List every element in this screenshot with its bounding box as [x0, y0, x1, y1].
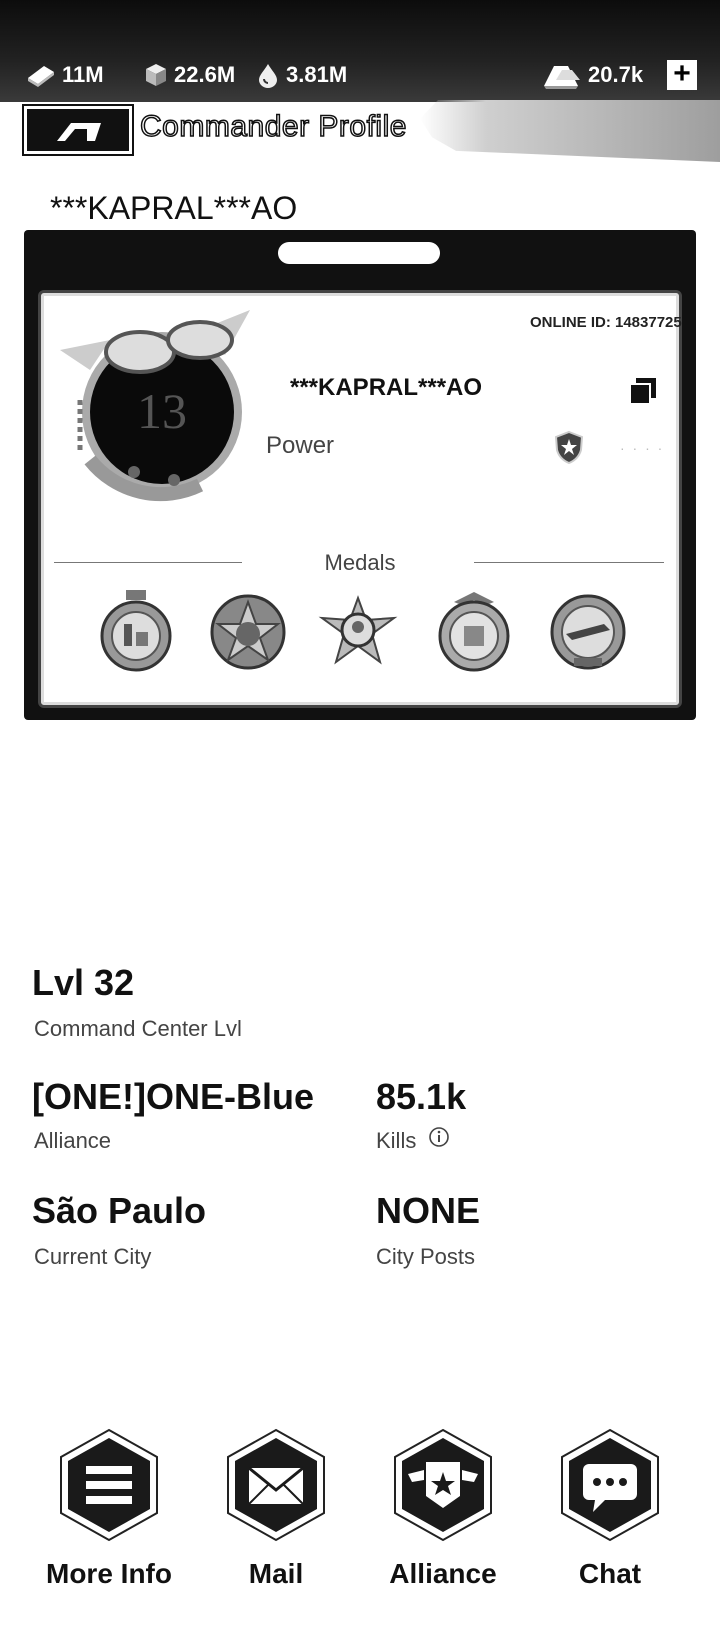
more-info-button[interactable]: More Info: [46, 1428, 172, 1608]
power-label: Power: [266, 432, 335, 459]
alliance-value[interactable]: [ONE!]ONE-Blue: [32, 1076, 314, 1118]
premium-value: 20.7k: [588, 62, 644, 87]
medal-1-icon[interactable]: [96, 590, 176, 672]
kills-value: 85.1k: [376, 1076, 467, 1117]
medals-divider-left: [54, 562, 242, 563]
power-shield-icon: [554, 430, 584, 464]
power-value: · · · ·: [620, 440, 665, 456]
medal-2-icon[interactable]: [208, 590, 288, 672]
gold-bars-icon: [544, 66, 580, 89]
player-name-heading: ***KAPRAL***AO: [50, 190, 298, 226]
medal-4-icon[interactable]: [434, 590, 514, 672]
steel-crate-icon: [146, 64, 166, 86]
info-icon[interactable]: [428, 1126, 450, 1148]
alliance-label: Alliance: [389, 1558, 497, 1589]
level-value: Lvl 32: [32, 962, 135, 1003]
level-label: Command Center Lvl: [34, 1016, 242, 1041]
kills-label: Kills: [376, 1128, 417, 1153]
medal-3-icon[interactable]: [318, 590, 398, 672]
city-posts-label: City Posts: [376, 1244, 476, 1269]
chat-label: Chat: [578, 1558, 642, 1589]
card-player-name: ***KAPRAL***AO: [290, 374, 483, 401]
cash-icon: [28, 66, 54, 87]
alliance-button[interactable]: Alliance: [388, 1428, 498, 1608]
steel-resource[interactable]: 22.6M: [144, 58, 235, 92]
premium-resource[interactable]: 20.7k: [542, 58, 643, 92]
mail-button[interactable]: Mail: [221, 1428, 331, 1608]
cash-value: 11M: [62, 62, 104, 87]
svg-text:13: 13: [137, 383, 187, 439]
more-info-label: More Info: [46, 1558, 172, 1589]
mail-icon: [227, 1428, 325, 1542]
more-info-icon: [60, 1428, 158, 1542]
back-button[interactable]: [22, 104, 134, 156]
alliance-label: Alliance: [34, 1128, 112, 1153]
add-premium-button[interactable]: +: [667, 59, 697, 90]
oil-resource[interactable]: 3.81M: [256, 58, 347, 92]
chat-bubble-icon: [561, 1428, 659, 1542]
back-arrow-icon: [57, 123, 101, 141]
medals-divider-right: [474, 562, 664, 563]
city-value: São Paulo: [32, 1190, 207, 1231]
city-label: Current City: [34, 1244, 152, 1269]
oil-drop-icon: [259, 64, 277, 88]
page-title: Commander Profile: [139, 109, 407, 144]
medal-5-icon[interactable]: [548, 590, 628, 672]
city-posts-value: NONE: [376, 1190, 481, 1231]
steel-value: 22.6M: [174, 62, 236, 87]
card-slot: [278, 242, 440, 264]
online-id: ONLINE ID: 14837725: [530, 314, 682, 331]
medals-title: Medals: [324, 550, 396, 575]
cash-resource[interactable]: 11M: [26, 58, 104, 92]
alliance-emblem-icon: [394, 1428, 492, 1542]
copy-icon[interactable]: [628, 376, 658, 406]
commander-avatar[interactable]: 13: [50, 300, 260, 510]
mail-label: Mail: [248, 1558, 304, 1589]
oil-value: 3.81M: [286, 62, 348, 87]
header-decoration: [420, 100, 720, 162]
chat-button[interactable]: Chat: [555, 1428, 665, 1608]
